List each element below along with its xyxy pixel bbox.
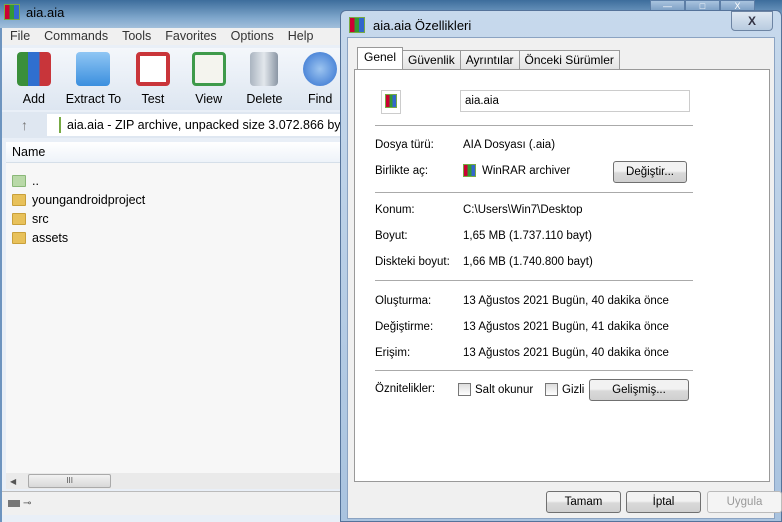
scroll-thumb[interactable]: III xyxy=(28,474,112,488)
open-with-value: WinRAR archiver xyxy=(482,164,571,177)
menu-favorites[interactable]: Favorites xyxy=(165,28,216,45)
file-name: youngandroidproject xyxy=(32,192,146,207)
address-bar: ↑ aia.aia - ZIP archive, unpacked size 3… xyxy=(2,112,344,138)
size-value: 1,65 MB (1.737.110 bayt) xyxy=(463,230,592,242)
add-button[interactable]: Add xyxy=(10,48,58,110)
dialog-archive-icon xyxy=(349,17,365,33)
file-name: src xyxy=(32,211,49,226)
column-header-name[interactable]: Name xyxy=(6,142,344,163)
parent-folder-icon xyxy=(12,174,26,187)
add-label: Add xyxy=(22,92,45,106)
tab-genel[interactable]: Genel xyxy=(357,47,404,69)
apply-button[interactable]: Uygula xyxy=(707,491,782,513)
accessed-label: Erişim: xyxy=(375,347,411,359)
folder-icon xyxy=(12,231,26,244)
test-button[interactable]: Test xyxy=(129,48,177,110)
test-label: Test xyxy=(141,92,165,106)
menu-file[interactable]: File xyxy=(10,28,30,45)
attributes-label: Öznitelikler: xyxy=(375,383,436,395)
winrar-app-icon xyxy=(463,164,476,177)
tab-bar: Genel Güvenlik Ayrıntılar Önceki Sürümle… xyxy=(357,47,620,69)
list-item[interactable]: .. xyxy=(6,171,344,190)
readonly-checkbox[interactable]: Salt okunur xyxy=(458,383,533,396)
folder-icon xyxy=(12,193,26,206)
menu-bar: File Commands Tools Favorites Options He… xyxy=(2,28,342,45)
disk-size-label: Diskteki boyut: xyxy=(375,256,450,268)
tab-onceki-surumler[interactable]: Önceki Sürümler xyxy=(518,50,620,69)
divider xyxy=(375,192,693,193)
find-label: Find xyxy=(308,92,333,106)
toolbar: Add Extract To Test View Delete Find xyxy=(2,48,344,110)
address-field[interactable]: aia.aia - ZIP archive, unpacked size 3.0… xyxy=(47,114,344,136)
find-magnifier-icon xyxy=(303,52,338,86)
location-label: Konum: xyxy=(375,204,415,216)
change-button[interactable]: Değiştir... xyxy=(613,161,687,183)
file-list: Name .. youngandroidproject src assets xyxy=(6,142,344,487)
advanced-button[interactable]: Gelişmiş... xyxy=(589,379,689,401)
modified-value: 13 Ağustos 2021 Bugün, 41 dakika önce xyxy=(463,321,669,333)
general-panel: aia.aia Dosya türü: AIA Dosyası (.aia) B… xyxy=(354,69,770,482)
ok-button[interactable]: Tamam xyxy=(546,491,621,513)
folder-icon xyxy=(12,212,26,225)
open-with-label: Birlikte aç: xyxy=(375,165,429,177)
menu-tools[interactable]: Tools xyxy=(122,28,151,45)
delete-trash-icon xyxy=(250,52,279,86)
winrar-icon xyxy=(4,4,20,20)
disk-size-value: 1,66 MB (1.740.800 bayt) xyxy=(463,256,593,268)
address-text: aia.aia - ZIP archive, unpacked size 3.0… xyxy=(67,118,344,132)
menu-help[interactable]: Help xyxy=(288,28,314,45)
list-item[interactable]: src xyxy=(6,209,344,228)
modified-label: Değiştirme: xyxy=(375,321,434,333)
filename-input[interactable]: aia.aia xyxy=(460,90,690,112)
properties-dialog: aia.aia Özellikleri X Genel Güvenlik Ayr… xyxy=(340,10,782,522)
add-archive-icon xyxy=(16,52,51,86)
type-value: AIA Dosyası (.aia) xyxy=(463,139,556,151)
list-item[interactable]: assets xyxy=(6,228,344,247)
created-label: Oluşturma: xyxy=(375,295,432,307)
extract-to-label: Extract To xyxy=(65,92,122,106)
created-value: 13 Ağustos 2021 Bugün, 40 dakika önce xyxy=(463,295,669,307)
view-label: View xyxy=(195,92,223,106)
view-book-icon xyxy=(191,52,226,86)
type-label: Dosya türü: xyxy=(375,139,434,151)
menu-commands[interactable]: Commands xyxy=(44,28,108,45)
scroll-left-icon[interactable]: ◀ xyxy=(10,477,16,486)
divider xyxy=(375,125,693,126)
dialog-title: aia.aia Özellikleri xyxy=(373,17,472,33)
horizontal-scrollbar[interactable]: ◀ III xyxy=(6,473,344,489)
key-icon: ⊸ xyxy=(23,498,32,509)
size-label: Boyut: xyxy=(375,230,408,242)
drive-icon xyxy=(8,500,20,507)
hidden-checkbox[interactable]: Gizli xyxy=(545,383,584,396)
menu-options[interactable]: Options xyxy=(231,28,274,45)
file-name: assets xyxy=(32,230,69,245)
file-name: .. xyxy=(32,173,39,188)
extract-folder-icon xyxy=(76,52,111,86)
archive-icon xyxy=(59,117,61,133)
list-item[interactable]: youngandroidproject xyxy=(6,190,344,209)
winrar-window: File Commands Tools Favorites Options He… xyxy=(0,28,344,522)
hidden-label: Gizli xyxy=(562,383,585,396)
find-button[interactable]: Find xyxy=(296,48,344,110)
tab-ayrintilar[interactable]: Ayrıntılar xyxy=(459,50,520,69)
test-clipboard-icon xyxy=(135,52,170,86)
readonly-label: Salt okunur xyxy=(475,383,534,396)
tab-guvenlik[interactable]: Güvenlik xyxy=(402,50,461,69)
view-button[interactable]: View xyxy=(185,48,233,110)
cancel-button[interactable]: İptal xyxy=(626,491,701,513)
divider xyxy=(375,280,693,281)
extract-to-button[interactable]: Extract To xyxy=(66,48,121,110)
location-value: C:\Users\Win7\Desktop xyxy=(463,204,583,216)
file-type-icon xyxy=(381,90,401,114)
divider xyxy=(375,370,693,371)
delete-label: Delete xyxy=(246,92,283,106)
up-arrow-icon[interactable]: ↑ xyxy=(2,117,47,133)
delete-button[interactable]: Delete xyxy=(241,48,289,110)
main-window-title: aia.aia xyxy=(26,4,65,20)
accessed-value: 13 Ağustos 2021 Bugün, 40 dakika önce xyxy=(463,347,669,359)
status-bar: ⊸ xyxy=(2,491,344,515)
dialog-close-button[interactable]: X xyxy=(731,11,773,31)
